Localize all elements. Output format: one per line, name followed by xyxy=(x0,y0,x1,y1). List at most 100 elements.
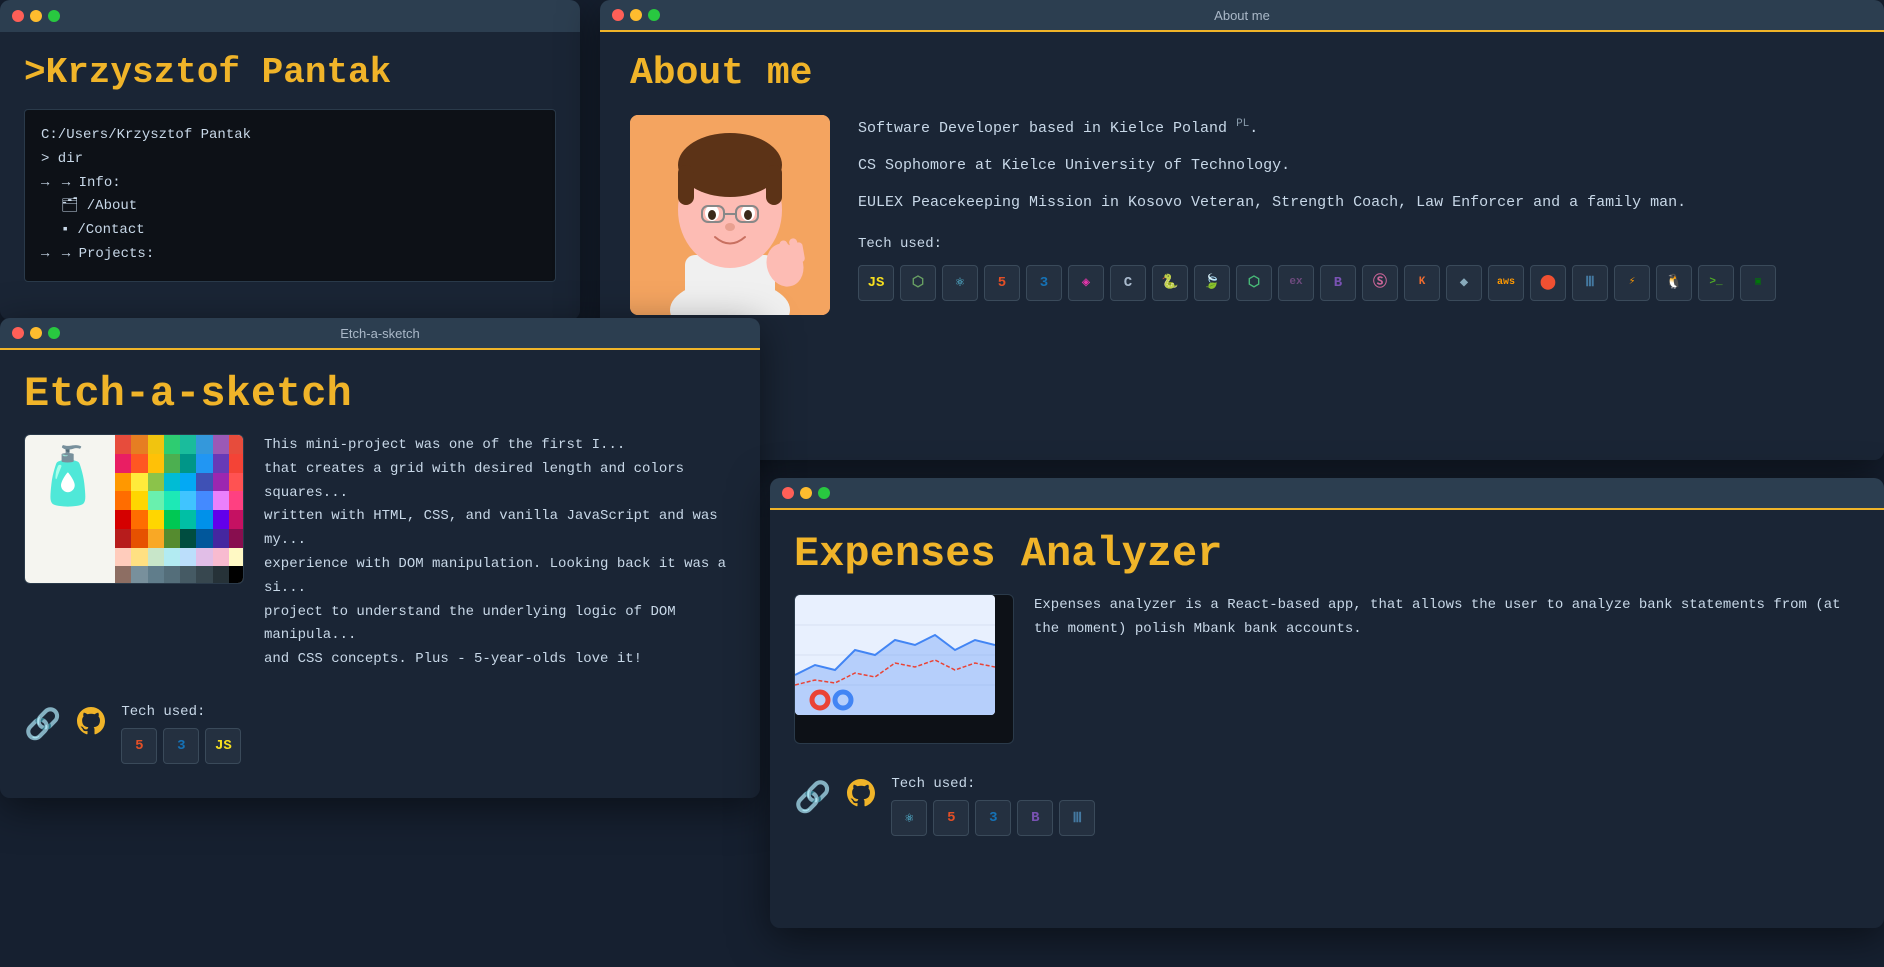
tech-label: Tech used: xyxy=(858,232,1854,257)
etch-heading: Etch-a-sketch xyxy=(24,370,736,418)
tech-git-alt: ⬤ xyxy=(1530,265,1566,301)
etch-window-body: Etch-a-sketch 🧴 xyxy=(0,350,760,798)
about-minimize-button[interactable] xyxy=(630,9,642,21)
etch-project-content: 🧴 xyxy=(24,434,736,672)
expenses-tech-label: Tech used: xyxy=(891,776,1095,792)
terminal-box: C:/Users/Krzysztof Pantak > dir → → Info… xyxy=(24,109,556,282)
avatar-image xyxy=(630,115,830,315)
etch-external-link[interactable]: 🔗 xyxy=(24,707,61,744)
about-maximize-button[interactable] xyxy=(648,9,660,21)
about-link-text[interactable]: /About xyxy=(87,195,137,219)
expenses-heading: Expenses Analyzer xyxy=(794,530,1860,578)
tech-html5: 5 xyxy=(984,265,1020,301)
tech-react: ⚛ xyxy=(942,265,978,301)
tech-css3: 3 xyxy=(1026,265,1062,301)
about-desc-3: EULEX Peacekeeping Mission in Kosovo Vet… xyxy=(858,189,1854,216)
about-heading: About me xyxy=(630,52,1854,95)
pl-flag: PL xyxy=(1236,118,1249,130)
etch-close-button[interactable] xyxy=(12,327,24,339)
tech-section: Tech used: JS ⬡ ⚛ 5 3 ◈ C 🐍 🍃 ⬡ ex B xyxy=(858,232,1854,301)
tech-mongo: 🍃 xyxy=(1194,265,1230,301)
expenses-close-button[interactable] xyxy=(782,487,794,499)
tech-linux: 🐧 xyxy=(1656,265,1692,301)
spray-can-icon: 🧴 xyxy=(33,443,103,512)
etch-tech-section: Tech used: 5 3 JS xyxy=(121,704,241,764)
close-button[interactable] xyxy=(12,10,24,22)
expenses-window-controls xyxy=(782,487,830,499)
expenses-tech-css3: 3 xyxy=(975,800,1011,836)
about-link[interactable]: 🗂 /About xyxy=(61,195,539,219)
about-description: Software Developer based in Kielce Polan… xyxy=(858,115,1854,301)
etch-project-links: 🔗 Tech used: 5 3 JS xyxy=(24,688,736,764)
contact-link[interactable]: ▪ /Contact xyxy=(61,219,539,243)
tech-nodejs: ⬡ xyxy=(900,265,936,301)
info-label: → Info: xyxy=(62,175,121,191)
terminal-projects-label: → → Projects: xyxy=(41,243,539,267)
tech-js: JS xyxy=(858,265,894,301)
etch-titlebar: Etch-a-sketch xyxy=(0,318,760,350)
etch-project-image: 🧴 xyxy=(24,434,244,584)
tech-c: C xyxy=(1110,265,1146,301)
expenses-tech-html5: 5 xyxy=(933,800,969,836)
projects-label: → Projects: xyxy=(62,246,154,262)
expenses-tech-db: Ⅲ xyxy=(1059,800,1095,836)
main-terminal-window: >Krzysztof Pantak C:/Users/Krzysztof Pan… xyxy=(0,0,580,320)
expenses-tech-section: Tech used: ⚛ 5 3 B Ⅲ xyxy=(891,776,1095,836)
file-icon: ▪ xyxy=(61,219,69,243)
expenses-tech-icons: ⚛ 5 3 B Ⅲ xyxy=(891,800,1095,836)
arrow-icon: → xyxy=(41,175,49,191)
contact-link-text[interactable]: /Contact xyxy=(77,219,144,243)
etch-minimize-button[interactable] xyxy=(30,327,42,339)
window-controls xyxy=(12,10,60,22)
tech-feather: ⬡ xyxy=(1236,265,1272,301)
about-window-body: About me xyxy=(600,32,1884,460)
tech-diamond: ◆ xyxy=(1446,265,1482,301)
expenses-github-link[interactable] xyxy=(847,779,875,817)
tech-amplify: ⚡ xyxy=(1614,265,1650,301)
etch-window-title: Etch-a-sketch xyxy=(340,326,419,341)
tech-python: 🐍 xyxy=(1152,265,1188,301)
expenses-minimize-button[interactable] xyxy=(800,487,812,499)
avatar xyxy=(630,115,830,315)
terminal-path: C:/Users/Krzysztof Pantak xyxy=(41,124,539,148)
expenses-maximize-button[interactable] xyxy=(818,487,830,499)
expenses-project-content: Expenses analyzer is a React-based app, … xyxy=(794,594,1860,744)
expenses-external-link[interactable]: 🔗 xyxy=(794,780,831,817)
minimize-button[interactable] xyxy=(30,10,42,22)
etch-github-link[interactable] xyxy=(77,707,105,745)
expenses-window: Expenses Analyzer xyxy=(770,478,1884,928)
terminal-info-label: → → Info: xyxy=(41,172,539,196)
expenses-tech-react: ⚛ xyxy=(891,800,927,836)
about-window-title: About me xyxy=(1214,8,1270,23)
about-window-controls xyxy=(612,9,660,21)
etch-tech-icons: 5 3 JS xyxy=(121,728,241,764)
expenses-tech-bootstrap: B xyxy=(1017,800,1053,836)
color-grid xyxy=(115,435,244,584)
folder-icon: 🗂 xyxy=(61,195,79,219)
about-close-button[interactable] xyxy=(612,9,624,21)
tech-ffmpeg: ▣ xyxy=(1740,265,1776,301)
expenses-desc: Expenses analyzer is a React-based app, … xyxy=(1034,594,1860,642)
tech-bootstrap: B xyxy=(1320,265,1356,301)
arrow-icon-2: → xyxy=(41,246,49,262)
tech-aws: aws xyxy=(1488,265,1524,301)
expenses-project-links: 🔗 Tech used: ⚛ 5 3 B Ⅲ xyxy=(794,760,1860,836)
terminal-command: > dir xyxy=(41,148,539,172)
main-window-titlebar xyxy=(0,0,580,32)
maximize-button[interactable] xyxy=(48,10,60,22)
expenses-chart-image xyxy=(795,595,995,715)
tech-sass: Ⓢ xyxy=(1362,265,1398,301)
about-desc-1: Software Developer based in Kielce Polan… xyxy=(858,115,1854,142)
etch-description: This mini-project was one of the first I… xyxy=(264,434,736,672)
expenses-description: Expenses analyzer is a React-based app, … xyxy=(1034,594,1860,642)
about-desc-2: CS Sophomore at Kielce University of Tec… xyxy=(858,152,1854,179)
tech-graphql: ◈ xyxy=(1068,265,1104,301)
etch-tech-js: JS xyxy=(205,728,241,764)
expenses-window-body: Expenses Analyzer xyxy=(770,510,1884,928)
etch-window-controls xyxy=(12,327,60,339)
etch-image-canvas: 🧴 xyxy=(25,435,244,584)
etch-tech-html5: 5 xyxy=(121,728,157,764)
etch-maximize-button[interactable] xyxy=(48,327,60,339)
tech-bash: >_ xyxy=(1698,265,1734,301)
etch-tech-label: Tech used: xyxy=(121,704,241,720)
